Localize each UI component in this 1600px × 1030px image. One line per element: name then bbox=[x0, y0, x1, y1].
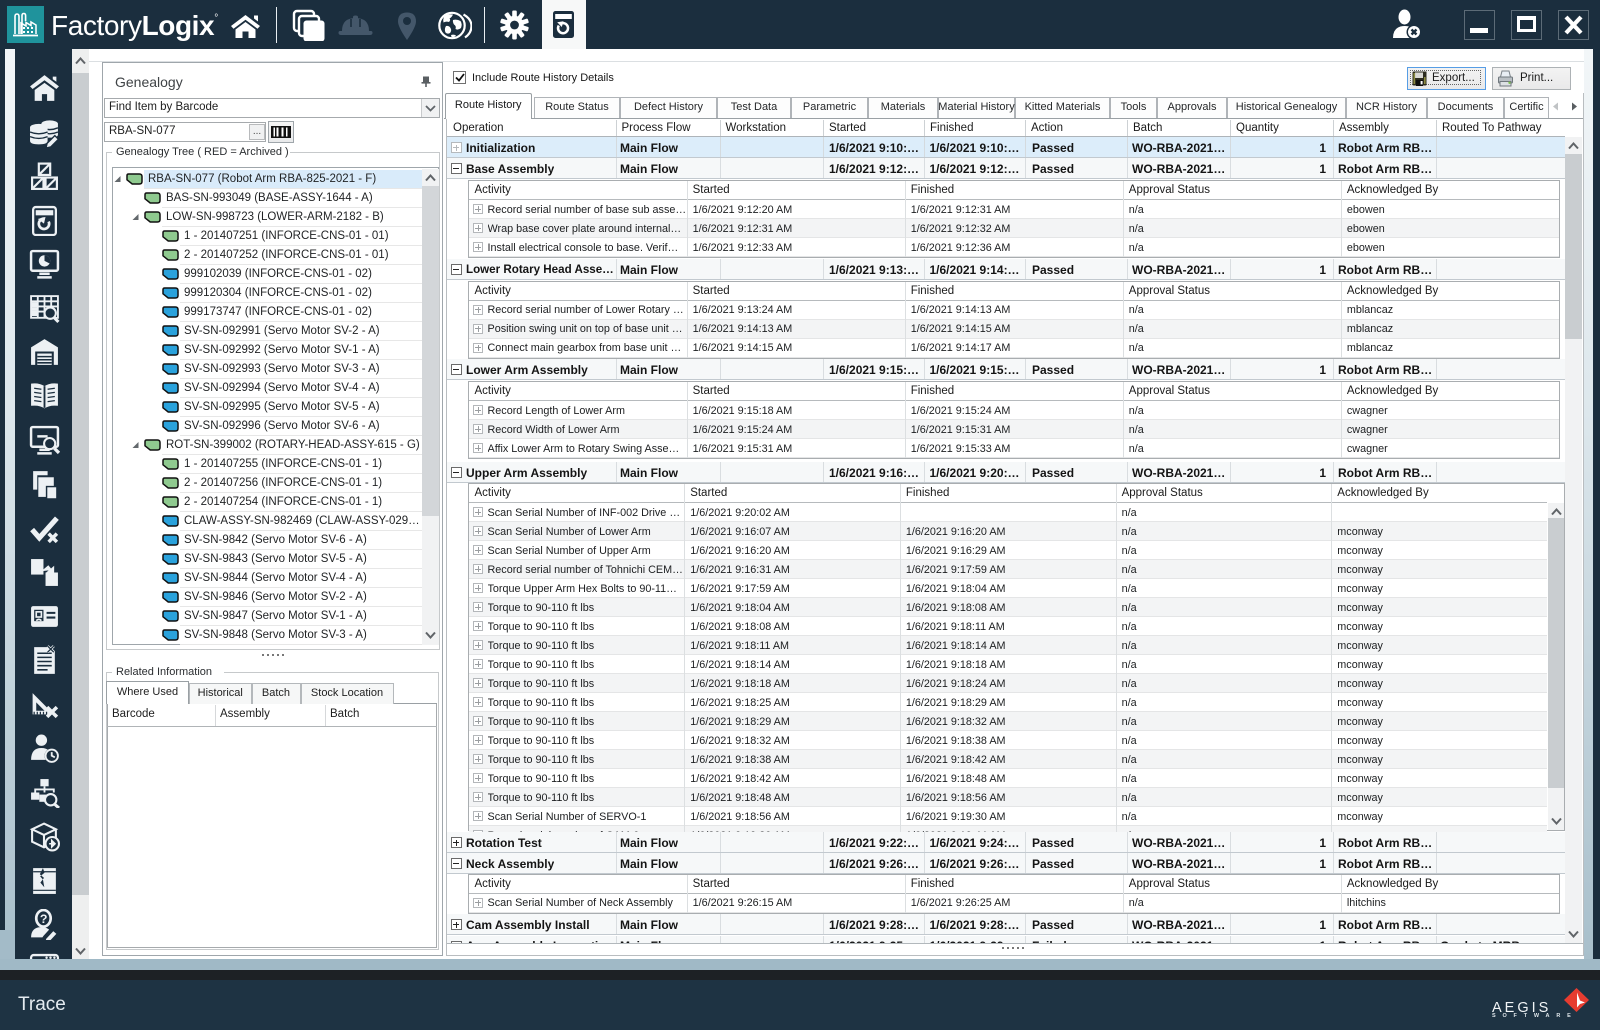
svg-text:?: ? bbox=[40, 912, 48, 926]
